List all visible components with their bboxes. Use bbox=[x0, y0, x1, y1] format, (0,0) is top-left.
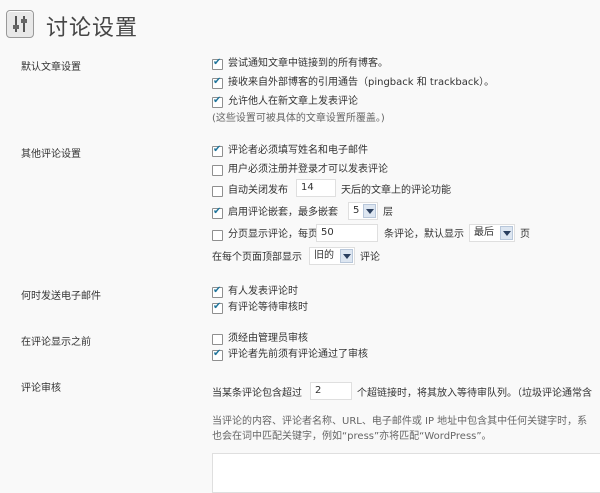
top-page-label-before: 在每个页面顶部显示 bbox=[212, 252, 302, 263]
option-label-previously-approved: 评论者先前须有评论通过了审核 bbox=[228, 349, 368, 360]
option-label-allow-comments: 允许他人在新文章上发表评论 bbox=[228, 96, 358, 107]
checkbox-require-name-email[interactable] bbox=[212, 144, 223, 157]
section-label-before-appear: 在评论显示之前 bbox=[21, 337, 91, 348]
section-label-moderation: 评论审核 bbox=[21, 383, 61, 394]
section-label-default-article: 默认文章设置 bbox=[21, 62, 81, 73]
moderation-keys-textarea[interactable] bbox=[212, 453, 600, 493]
paged-label-after: 页 bbox=[520, 229, 530, 240]
auto-close-label-before: 自动关闭发布 bbox=[228, 185, 288, 196]
default-page-select[interactable]: 最后 bbox=[469, 224, 515, 242]
option-label-email-on-comment: 有人发表评论时 bbox=[228, 286, 298, 297]
section-label-other-comment: 其他评论设置 bbox=[21, 149, 81, 160]
option-label-notify-links: 尝试通知文章中链接到的所有博客。 bbox=[228, 58, 388, 69]
chevron-down-icon bbox=[363, 204, 376, 218]
moderation-description-line-2: 也会在词中匹配关键字，例如“press”亦将匹配“WordPress”。 bbox=[212, 431, 492, 442]
checkbox-allow-comments[interactable] bbox=[212, 95, 223, 108]
thread-depth-select[interactable]: 5 bbox=[348, 202, 378, 220]
default-page-value: 最后 bbox=[474, 227, 494, 238]
default-article-note: (这些设置可被具体的文章设置所覆盖。) bbox=[212, 113, 385, 124]
page-title: 讨论设置 bbox=[46, 16, 139, 41]
comment-order-value: 旧的 bbox=[314, 250, 334, 261]
checkbox-previously-approved[interactable] bbox=[212, 348, 223, 361]
checkbox-notify-links[interactable] bbox=[212, 57, 223, 70]
threaded-label-after: 层 bbox=[383, 207, 393, 218]
checkbox-require-login[interactable] bbox=[212, 165, 223, 176]
auto-close-label-after: 天后的文章上的评论功能 bbox=[341, 185, 451, 196]
checkbox-allow-pingbacks[interactable] bbox=[212, 76, 223, 89]
checkbox-auto-close[interactable] bbox=[212, 186, 223, 197]
option-label-require-name-email: 评论者必须填写姓名和电子邮件 bbox=[228, 145, 368, 156]
chevron-down-icon bbox=[340, 249, 353, 263]
option-label-allow-pingbacks: 接收来自外部博客的引用通告（pingback 和 trackback）。 bbox=[228, 77, 495, 88]
top-page-label-after: 评论 bbox=[360, 252, 380, 263]
checkbox-threaded-comments[interactable] bbox=[212, 206, 223, 219]
checkbox-email-on-moderation[interactable] bbox=[212, 301, 223, 314]
moderation-links-input[interactable]: 2 bbox=[310, 382, 352, 400]
comments-per-page-input[interactable]: 50 bbox=[316, 224, 378, 242]
chevron-down-icon bbox=[500, 226, 513, 240]
paged-label-middle: 条评论，默认显示 bbox=[384, 229, 464, 240]
option-label-email-on-moderation: 有评论等待审核时 bbox=[228, 302, 308, 313]
threaded-label-before: 启用评论嵌套，最多嵌套 bbox=[228, 207, 338, 218]
comment-order-select[interactable]: 旧的 bbox=[309, 247, 355, 265]
auto-close-days-input[interactable]: 14 bbox=[296, 179, 336, 197]
option-label-admin-approval: 须经由管理员审核 bbox=[228, 333, 308, 344]
option-label-require-login: 用户必须注册并登录才可以发表评论 bbox=[228, 164, 388, 175]
checkbox-paged-comments[interactable] bbox=[212, 230, 223, 241]
section-label-email-me: 何时发送电子邮件 bbox=[21, 291, 101, 302]
moderation-label-before: 当某条评论包含超过 bbox=[212, 388, 302, 399]
moderation-description-line-1: 当评论的内容、评论者名称、URL、电子邮件或 IP 地址中包含其中任何关键字时，… bbox=[212, 416, 588, 427]
moderation-label-after: 个超链接时，将其放入等待审队列。（垃圾评论通常含 bbox=[357, 388, 592, 399]
checkbox-admin-approval[interactable] bbox=[212, 334, 223, 345]
checkbox-email-on-comment[interactable] bbox=[212, 285, 223, 298]
thread-depth-value: 5 bbox=[353, 205, 360, 216]
settings-sliders-icon bbox=[6, 10, 34, 38]
